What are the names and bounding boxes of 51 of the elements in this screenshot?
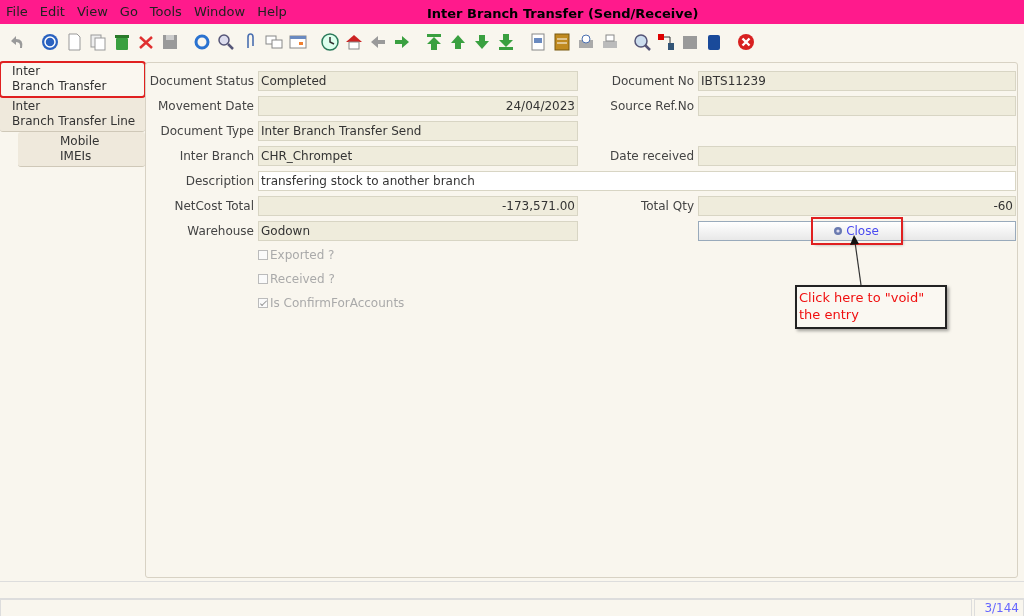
readonly-field: IBTS11239 bbox=[698, 71, 1016, 91]
menu-item[interactable]: View bbox=[76, 2, 108, 22]
arrow-up-to-bar-icon[interactable] bbox=[424, 32, 444, 52]
gear-icon bbox=[833, 226, 844, 236]
search-icon[interactable] bbox=[216, 32, 236, 52]
tab[interactable]: Mobile IMEIs bbox=[18, 132, 145, 167]
workflow-icon[interactable] bbox=[656, 32, 676, 52]
clock-icon[interactable] bbox=[320, 32, 340, 52]
readonly-field: Completed bbox=[258, 71, 578, 91]
readonly-field: -60 bbox=[698, 196, 1016, 216]
tab[interactable]: Inter Branch Transfer Line bbox=[0, 97, 145, 132]
field-label: Document Type bbox=[159, 123, 254, 140]
checkbox: Exported ? bbox=[258, 246, 578, 265]
archive-icon[interactable] bbox=[552, 32, 572, 52]
checkbox: Received ? bbox=[258, 270, 578, 289]
house-icon[interactable] bbox=[344, 32, 364, 52]
readonly-field: Inter Branch Transfer Send bbox=[258, 121, 578, 141]
field-label: Source Ref.No bbox=[609, 98, 694, 115]
field-label: Movement Date bbox=[156, 98, 254, 115]
trash-icon[interactable] bbox=[112, 32, 132, 52]
readonly-field: Godown bbox=[258, 221, 578, 241]
readonly-field: CHR_Chrompet bbox=[258, 146, 578, 166]
input-field[interactable]: transfering stock to another branch bbox=[258, 171, 1016, 191]
menu-item[interactable]: Help bbox=[257, 2, 287, 22]
close-icon[interactable] bbox=[736, 32, 756, 52]
field-label: Warehouse bbox=[186, 223, 254, 240]
checkbox: Is ConfirmForAccounts bbox=[258, 294, 578, 313]
field-label: Description bbox=[184, 173, 254, 190]
field-label: Total Qty bbox=[639, 198, 694, 215]
callout-note: Click here to "void" the entry bbox=[795, 285, 947, 329]
field-label: NetCost Total bbox=[173, 198, 254, 215]
menu-item[interactable]: Tools bbox=[149, 2, 182, 22]
arrow-down-to-bar-icon[interactable] bbox=[496, 32, 516, 52]
record-counter: 3/144 bbox=[974, 599, 1024, 616]
field-label: Document Status bbox=[148, 73, 254, 90]
readonly-field: 24/04/2023 bbox=[258, 96, 578, 116]
menu-item[interactable]: Window bbox=[193, 2, 246, 22]
field-label: Date received bbox=[609, 148, 694, 165]
field-label: Document No bbox=[610, 73, 694, 90]
zoom-icon[interactable] bbox=[632, 32, 652, 52]
field-label: Inter Branch bbox=[178, 148, 254, 165]
menu-item[interactable]: File bbox=[6, 2, 28, 22]
report-icon[interactable] bbox=[528, 32, 548, 52]
readonly-field: -173,571.00 bbox=[258, 196, 578, 216]
copy-icon[interactable] bbox=[88, 32, 108, 52]
calendar-icon[interactable] bbox=[288, 32, 308, 52]
menu-item[interactable]: Edit bbox=[39, 2, 65, 22]
menu-item[interactable]: Go bbox=[119, 2, 138, 22]
window-title: Inter Branch Transfer (Send/Receive) bbox=[427, 5, 699, 23]
speech-bubbles-icon[interactable] bbox=[264, 32, 284, 52]
tab[interactable]: Inter Branch Transfer bbox=[0, 62, 145, 97]
